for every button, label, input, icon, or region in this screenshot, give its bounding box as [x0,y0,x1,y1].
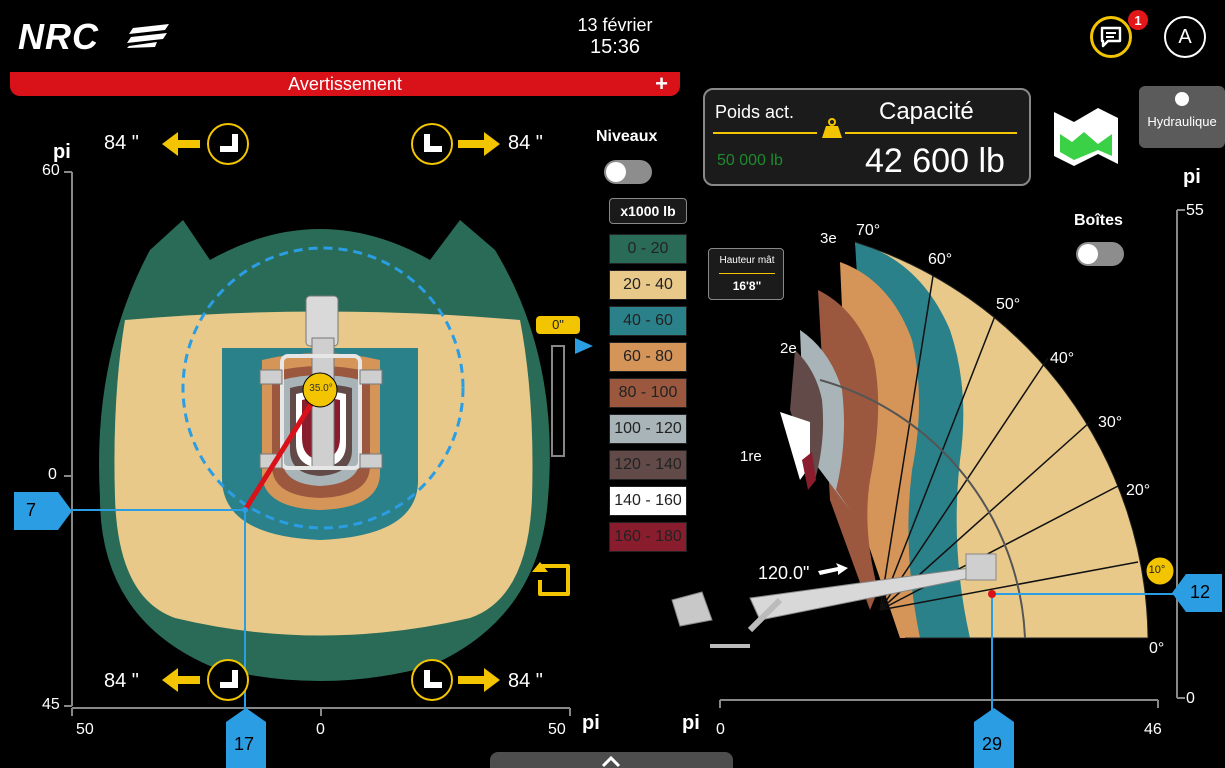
angle-50: 50° [996,296,1021,313]
top-view-unit-y: pi [53,141,71,163]
bottom-drawer-handle[interactable] [490,752,733,768]
outrigger-front-left[interactable]: 84 " [104,132,139,155]
load-chart-icon[interactable] [1050,104,1122,170]
angle-70: 70° [856,222,881,239]
y-tick-45: 45 [42,696,60,713]
outrigger-rear-right[interactable]: 84 " [508,670,543,693]
nrc-logo: NRC [18,16,99,57]
outrigger-rear-right-icon[interactable] [410,658,502,702]
angle-30: 30° [1098,414,1123,431]
marker-right-value: 12 [1190,582,1211,602]
marker-bottom-left-value: 17 [234,734,255,754]
expand-warning-icon[interactable]: + [655,72,668,96]
capacity-label: Capacité [879,98,974,125]
angle-60: 60° [928,251,953,268]
date-time: 13 février 15:36 [540,14,690,58]
y-tick-60: 60 [42,162,60,179]
top-view-chart [40,171,593,718]
outrigger-front-left-icon[interactable] [160,122,252,166]
outrigger-rear-left-icon[interactable] [160,658,252,702]
x-tick-50-right: 50 [548,721,566,738]
angle-0: 0° [1149,640,1165,657]
y-tick-0: 0 [48,466,57,483]
angle-20: 20° [1126,482,1151,499]
chevron-up-icon [601,755,621,768]
x-tick-50-left: 50 [76,721,94,738]
messages-button[interactable] [1090,16,1132,58]
side-x-tick-46: 46 [1144,721,1162,738]
weight-icon [822,118,842,138]
outrigger-front-right[interactable]: 84 " [508,132,543,155]
side-x-tick-0: 0 [716,721,725,738]
side-view-unit-x: pi [682,712,700,734]
hydraulic-indicator-icon [1175,92,1189,106]
levels-toggle[interactable] [604,160,652,184]
nrc-logo-mark-icon [127,24,169,48]
hydraulic-button[interactable]: Hydraulique [1139,86,1225,148]
date-label: 13 février [577,15,653,35]
boom-angle-value: 10° [1148,564,1166,576]
user-avatar-button[interactable]: A [1164,16,1206,58]
outrigger-front-right-value: 84 " [508,132,543,154]
outrigger-rear-left[interactable]: 84 " [104,670,139,693]
weight-panel: Poids act. 50 000 lb Capacité 42 600 lb [703,88,1031,186]
outrigger-rear-right-value: 84 " [508,670,543,692]
notification-badge: 1 [1128,10,1148,30]
top-view-unit-x: pi [582,712,600,734]
outrigger-rear-left-value: 84 " [104,670,139,692]
levels-label: Niveaux [596,128,658,145]
rotate-icon [532,562,570,596]
section-1: 1re [740,448,762,465]
angle-40: 40° [1050,350,1075,367]
marker-bottom-right-value: 29 [982,734,1003,754]
extension-label: 120.0" [758,563,810,583]
capacity-value: 42 600 lb [865,142,1005,180]
marker-left-value: 7 [26,500,37,520]
height-indicator-badge: 0" [536,316,580,334]
time-label: 15:36 [589,36,641,58]
hydraulic-label: Hydraulique [1147,114,1217,129]
side-y-tick-0: 0 [1186,690,1195,707]
swing-angle-label: 35.0° [309,383,333,394]
chat-icon [1100,26,1122,48]
warning-bar[interactable]: Avertissement + [10,72,680,96]
current-weight-label: Poids act. [715,102,795,122]
outrigger-front-left-value: 84 " [104,132,139,154]
section-3: 3e [820,230,837,247]
side-view-chart [671,209,1185,710]
marker-left[interactable] [14,492,74,530]
x-tick-0: 0 [316,721,325,738]
side-y-tick-55: 55 [1186,202,1204,219]
side-view-unit-y: pi [1183,166,1201,188]
current-weight-value: 50 000 lb [717,152,783,169]
warning-label: Avertissement [288,74,402,94]
section-2: 2e [780,340,797,357]
outrigger-front-right-icon[interactable] [410,122,502,166]
